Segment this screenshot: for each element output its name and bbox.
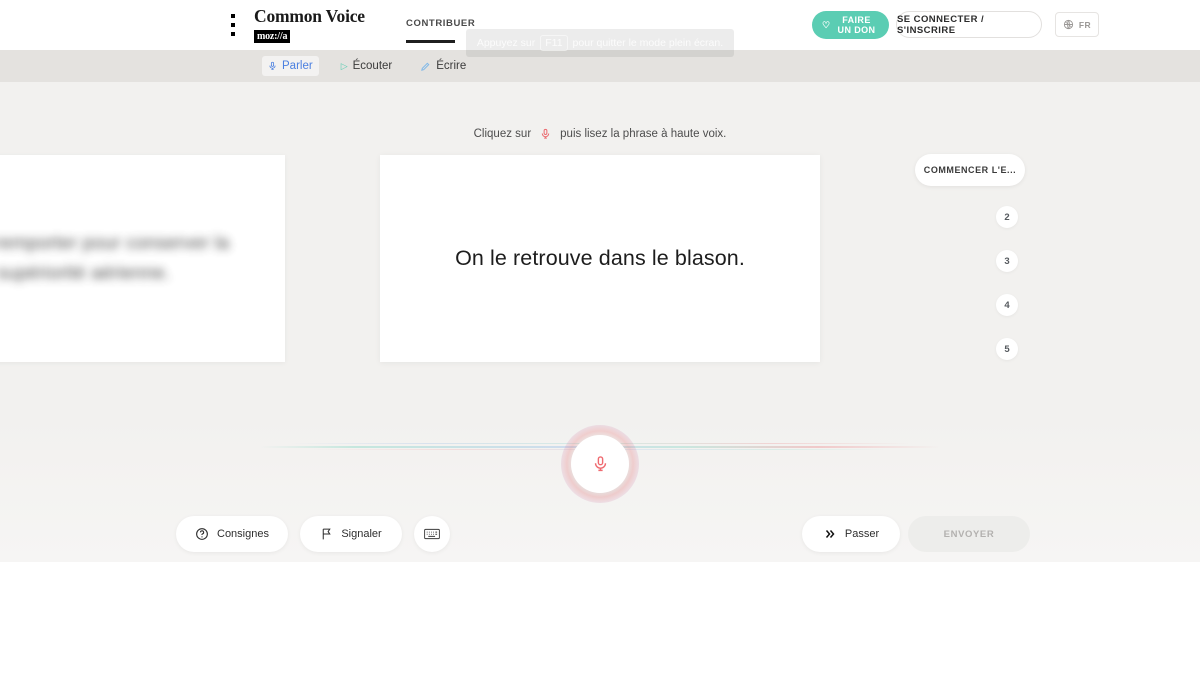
passer-label: Passer [845,528,879,540]
speak-instruction: Cliquez sur puis lisez la phrase à haute… [0,127,1200,141]
site-header: Common Voice moz://a CONTRIBUER ♡ FAIRE … [0,0,1200,50]
passer-skip-button[interactable]: Passer [802,516,900,552]
signin-register-button[interactable]: SE CONNECTER / S'INSCRIRE [896,11,1042,38]
envoyer-submit-button[interactable]: ENVOYER [908,516,1030,552]
mozilla-wordmark: moz://a [254,30,290,43]
tab-ecrire[interactable]: Écrire [414,56,472,76]
flag-icon [320,527,333,541]
pencil-icon [420,61,431,72]
consignes-label: Consignes [217,528,269,540]
start-recording-button[interactable]: COMMENCER L'E... [915,154,1025,186]
common-voice-speak-page: Common Voice moz://a CONTRIBUER ♡ FAIRE … [0,0,1200,675]
donate-button[interactable]: ♡ FAIRE UN DON [812,11,889,39]
keyboard-shortcuts-button[interactable] [414,516,450,552]
tab-parler-label: Parler [282,60,313,72]
speak-toolbar: Consignes Signaler [0,516,1200,556]
current-sentence-card: On le retrouve dans le blason. [380,155,820,362]
queue-number-chip: 2 [996,206,1018,228]
kebab-menu-icon[interactable] [226,14,240,36]
globe-icon [1063,19,1074,30]
microphone-icon [592,453,609,475]
queue-number-chip: 5 [996,338,1018,360]
speak-main-area: Cliquez sur puis lisez la phrase à haute… [0,82,1200,562]
queue-number-chip: 4 [996,294,1018,316]
language-selector[interactable]: FR [1055,12,1099,37]
nav-active-underline [406,40,455,43]
play-icon: ▷ [341,61,348,72]
contribute-tabstrip: Parler ▷ Écouter Écrire [0,50,1200,82]
kebab-dot [231,32,235,36]
tab-ecouter-label: Écouter [353,60,393,72]
nav-item-contribuer[interactable]: CONTRIBUER [406,18,475,29]
instruction-after: puis lisez la phrase à haute voix. [560,128,726,140]
record-microphone-button[interactable] [571,435,629,493]
previous-sentence-text: faut la remporter pour conserver la supé… [0,229,251,289]
instruction-before: Cliquez sur [474,128,532,140]
tab-ecouter[interactable]: ▷ Écouter [335,56,399,76]
kebab-dot [231,14,235,18]
previous-sentence-card: faut la remporter pour conserver la supé… [0,155,285,362]
tab-ecrire-label: Écrire [436,60,466,72]
kebab-dot [231,23,235,27]
heart-icon: ♡ [822,20,830,30]
question-circle-icon [195,527,209,541]
microphone-icon [268,60,277,72]
microphone-icon [540,127,551,141]
current-sentence-text: On le retrouve dans le blason. [455,246,745,271]
double-chevron-right-icon [823,528,837,540]
keyboard-icon [424,528,440,540]
language-code: FR [1079,20,1091,30]
donate-button-label: FAIRE UN DON [838,15,876,36]
page-footer-area [0,562,1200,675]
consignes-button[interactable]: Consignes [176,516,288,552]
queue-number-chip: 3 [996,250,1018,272]
tab-parler[interactable]: Parler [262,56,319,76]
signaler-button[interactable]: Signaler [300,516,402,552]
signaler-label: Signaler [341,528,381,540]
